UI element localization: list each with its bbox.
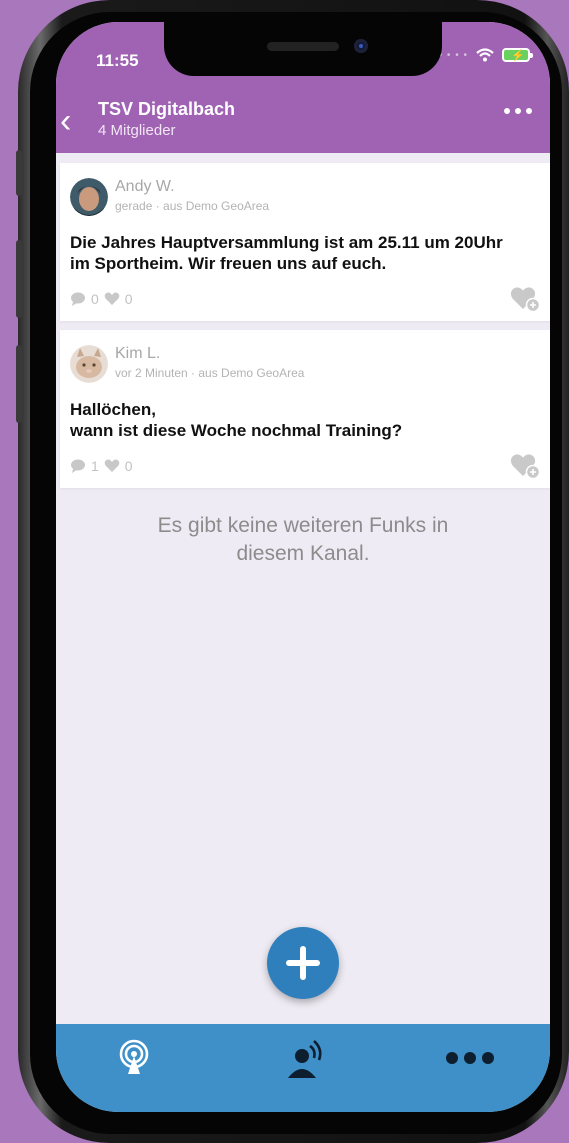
post-text-line: Die Jahres Hauptversammlung ist am 25.11… xyxy=(70,233,503,252)
post-text-line: im Sportheim. Wir freuen uns auf euch. xyxy=(70,254,387,273)
post-text: Hallöchen, wann ist diese Woche nochmal … xyxy=(70,399,402,441)
more-dots-icon[interactable] xyxy=(446,1052,506,1094)
post-meta: gerade · aus Demo GeoArea xyxy=(115,199,270,213)
notch xyxy=(164,22,442,76)
wifi-icon xyxy=(476,48,494,62)
avatar xyxy=(70,178,108,216)
status-time: 11:55 xyxy=(96,51,139,70)
comment-bubble-icon xyxy=(71,459,85,473)
post-text: Die Jahres Hauptversammlung ist am 25.11… xyxy=(70,232,503,274)
cellular-signal-icon: • • • • xyxy=(438,49,468,61)
add-post-button[interactable] xyxy=(267,927,339,999)
like-count: 0 xyxy=(124,291,133,307)
post-card[interactable]: Andy W. gerade · aus Demo GeoArea Die Ja… xyxy=(60,163,550,321)
post-stats: 1 0 xyxy=(70,458,133,474)
empty-state-line: Es gibt keine weiteren Funks in xyxy=(157,514,449,537)
post-text-line: wann ist diese Woche nochmal Training? xyxy=(70,421,403,440)
screen: 11:55 • • • • ⚡ ‹ TSV Digitalbach 4 Mitg… xyxy=(56,22,550,1112)
empty-state-line: diesem Kanal. xyxy=(236,542,370,565)
more-options-icon[interactable] xyxy=(504,108,532,114)
post-card[interactable]: Kim L. vor 2 Minuten · aus Demo GeoArea … xyxy=(60,330,550,488)
post-meta: vor 2 Minuten · aus Demo GeoArea xyxy=(115,366,305,380)
like-count: 0 xyxy=(124,458,133,474)
tab-profile[interactable] xyxy=(274,1038,334,1080)
speaker-grill xyxy=(267,42,339,51)
mute-switch xyxy=(16,150,22,196)
post-author[interactable]: Kim L. xyxy=(115,345,160,363)
member-count: 4 Mitglieder xyxy=(98,122,176,139)
status-icons: • • • • ⚡ xyxy=(438,48,533,62)
comment-bubble-icon xyxy=(71,292,85,306)
person-broadcast-icon xyxy=(288,1040,322,1078)
empty-state-message: Es gibt keine weiteren Funks in diesem K… xyxy=(96,512,510,568)
channel-title[interactable]: TSV Digitalbach xyxy=(98,99,235,120)
post-stats: 0 0 xyxy=(70,291,133,307)
radio-broadcast-icon xyxy=(119,1039,149,1074)
comment-count: 0 xyxy=(91,291,99,307)
tab-channels[interactable] xyxy=(104,1038,164,1080)
heart-icon xyxy=(104,459,120,472)
tab-bar xyxy=(56,1024,550,1112)
like-add-icon[interactable] xyxy=(510,285,540,313)
post-text-line: Hallöchen, xyxy=(70,400,156,419)
volume-down-button xyxy=(16,345,22,423)
battery-charging-icon: ⚡ xyxy=(502,48,533,62)
post-author[interactable]: Andy W. xyxy=(115,178,175,196)
volume-up-button xyxy=(16,240,22,318)
heart-icon xyxy=(104,292,120,305)
back-chevron-icon[interactable]: ‹ xyxy=(60,104,71,138)
like-add-icon[interactable] xyxy=(510,452,540,480)
comment-count: 1 xyxy=(91,458,99,474)
avatar xyxy=(70,345,108,383)
front-camera xyxy=(354,39,368,53)
